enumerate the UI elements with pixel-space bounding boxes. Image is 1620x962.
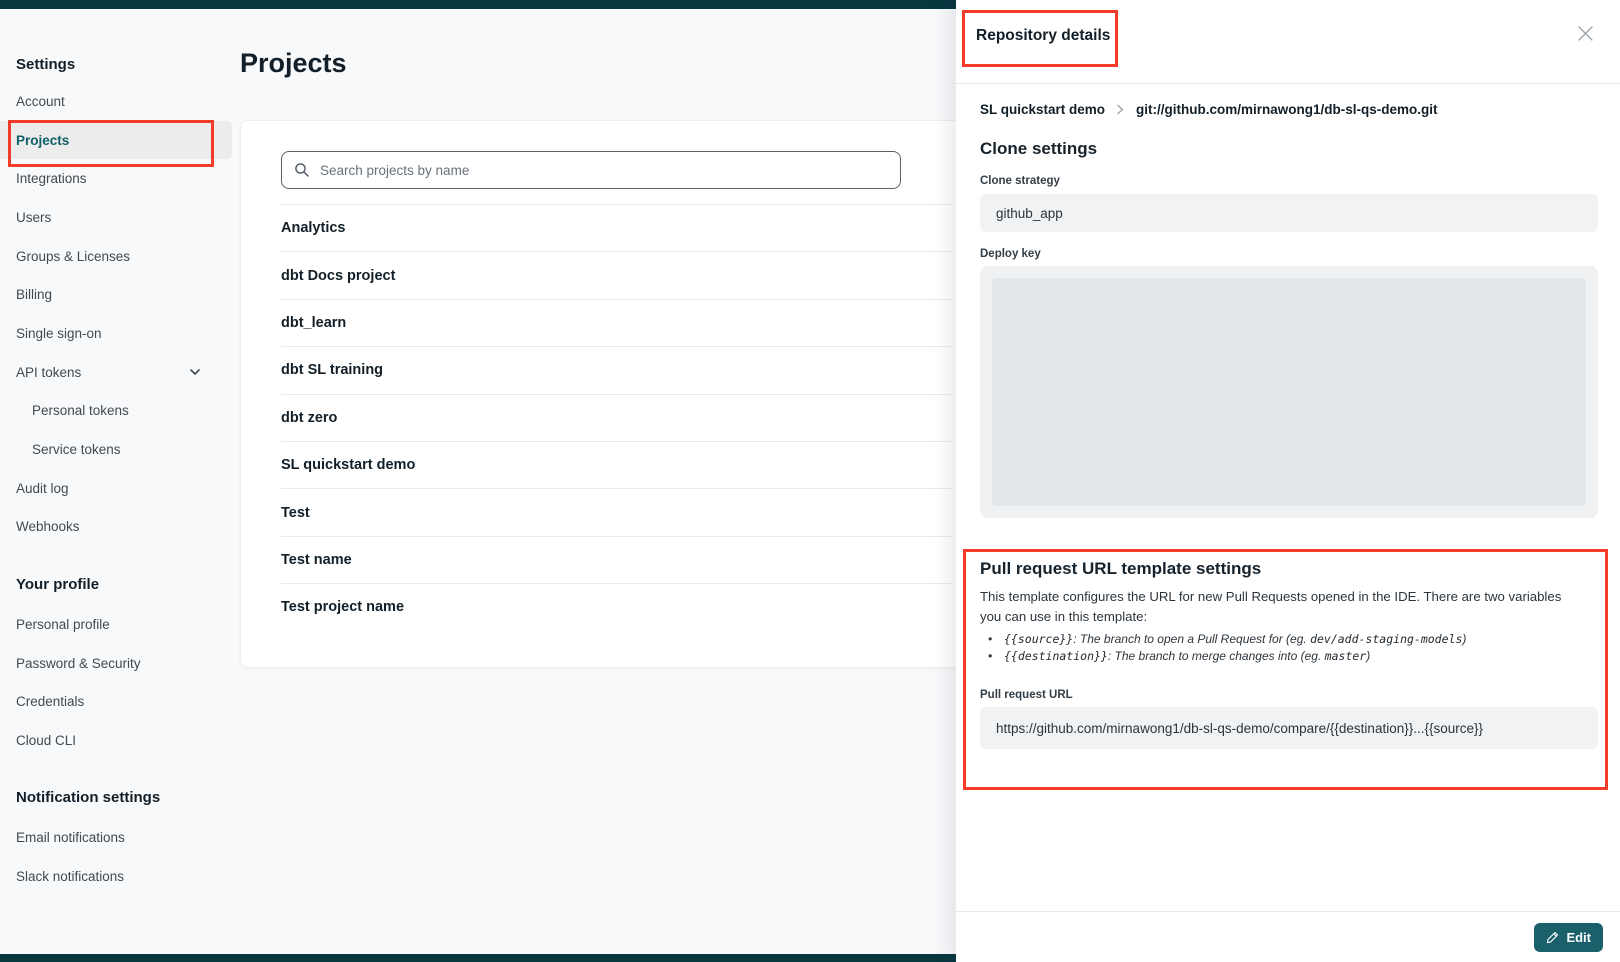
sidebar-item-password-security[interactable]: Password & Security [0, 644, 232, 683]
repository-details-panel: Repository details SL quickstart demo gi… [956, 0, 1620, 962]
edit-button[interactable]: Edit [1534, 923, 1603, 952]
sidebar-heading-settings: Settings [16, 56, 75, 73]
sidebar-item-billing[interactable]: Billing [0, 275, 232, 314]
panel-header-divider [956, 83, 1620, 84]
search-icon [294, 162, 310, 183]
sidebar-profile-list: Personal profile Password & Security Cre… [0, 605, 232, 760]
app-root: Settings Account Projects Integrations U… [0, 0, 1620, 962]
panel-title: Repository details [976, 27, 1110, 45]
pr-template-heading: Pull request URL template settings [980, 559, 1261, 579]
project-row-dbt-docs-project[interactable]: dbt Docs project [281, 251, 951, 298]
close-icon[interactable] [1577, 25, 1594, 42]
pr-variable-destination: {{destination}}: The branch to merge cha… [986, 648, 1576, 665]
clone-strategy-label: Clone strategy [980, 175, 1060, 187]
project-row-analytics[interactable]: Analytics [281, 204, 951, 251]
deploy-key-label: Deploy key [980, 248, 1041, 260]
pull-request-url-value: https://github.com/mirnawong1/db-sl-qs-d… [980, 707, 1598, 749]
sidebar-item-audit-log[interactable]: Audit log [0, 469, 232, 508]
chevron-down-icon [188, 365, 202, 379]
sidebar-item-integrations[interactable]: Integrations [0, 159, 232, 198]
sidebar-heading-your-profile: Your profile [16, 576, 99, 593]
sidebar-item-single-sign-on[interactable]: Single sign-on [0, 314, 232, 353]
breadcrumb-project[interactable]: SL quickstart demo [980, 102, 1105, 117]
breadcrumb-repo-url: git://github.com/mirnawong1/db-sl-qs-dem… [1136, 102, 1437, 117]
project-row-dbt-sl-training[interactable]: dbt SL training [281, 346, 951, 393]
project-row-test[interactable]: Test [281, 488, 951, 535]
pull-request-url-label: Pull request URL [980, 689, 1073, 701]
project-row-test-project-name[interactable]: Test project name [281, 583, 951, 630]
sidebar-heading-notification-settings: Notification settings [16, 789, 160, 806]
pr-variable-source: {{source}}: The branch to open a Pull Re… [986, 631, 1576, 648]
project-row-dbt-zero[interactable]: dbt zero [281, 394, 951, 441]
sidebar-item-cloud-cli[interactable]: Cloud CLI [0, 721, 232, 760]
project-search [281, 151, 901, 189]
breadcrumb: SL quickstart demo git://github.com/mirn… [980, 102, 1438, 117]
sidebar-item-account[interactable]: Account [0, 82, 232, 121]
sidebar-item-webhooks[interactable]: Webhooks [0, 508, 232, 547]
page-title: Projects [240, 48, 347, 79]
sidebar-settings-list: Account Projects Integrations Users Grou… [0, 82, 232, 546]
clone-settings-heading: Clone settings [980, 139, 1097, 159]
projects-card: Analytics dbt Docs project dbt_learn dbt… [240, 120, 990, 668]
sidebar-item-groups-licenses[interactable]: Groups & Licenses [0, 237, 232, 276]
project-row-dbt-learn[interactable]: dbt_learn [281, 299, 951, 346]
pencil-icon [1546, 931, 1559, 944]
panel-footer: Edit [956, 911, 1620, 962]
chevron-right-icon [1116, 104, 1125, 115]
clone-strategy-value: github_app [980, 194, 1598, 232]
pr-template-variables-list: {{source}}: The branch to open a Pull Re… [986, 631, 1576, 664]
sidebar-item-projects[interactable]: Projects [0, 121, 232, 160]
edit-button-label: Edit [1566, 930, 1591, 945]
search-projects-input[interactable] [281, 151, 901, 189]
sidebar-item-api-tokens[interactable]: API tokens [0, 353, 232, 392]
sidebar-item-personal-tokens[interactable]: Personal tokens [0, 392, 232, 431]
project-list: Analytics dbt Docs project dbt_learn dbt… [281, 204, 951, 631]
sidebar-notifications-list: Email notifications Slack notifications [0, 818, 232, 895]
settings-sidebar: Settings Account Projects Integrations U… [0, 0, 240, 962]
sidebar-item-service-tokens[interactable]: Service tokens [0, 430, 232, 469]
project-row-test-name[interactable]: Test name [281, 536, 951, 583]
pr-template-description: This template configures the URL for new… [980, 587, 1580, 628]
sidebar-item-slack-notifications[interactable]: Slack notifications [0, 857, 232, 896]
deploy-key-redacted-value [992, 278, 1586, 506]
sidebar-item-email-notifications[interactable]: Email notifications [0, 818, 232, 857]
sidebar-item-credentials[interactable]: Credentials [0, 682, 232, 721]
deploy-key-box [980, 266, 1598, 518]
sidebar-item-users[interactable]: Users [0, 198, 232, 237]
sidebar-item-personal-profile[interactable]: Personal profile [0, 605, 232, 644]
project-row-sl-quickstart-demo[interactable]: SL quickstart demo [281, 441, 951, 488]
